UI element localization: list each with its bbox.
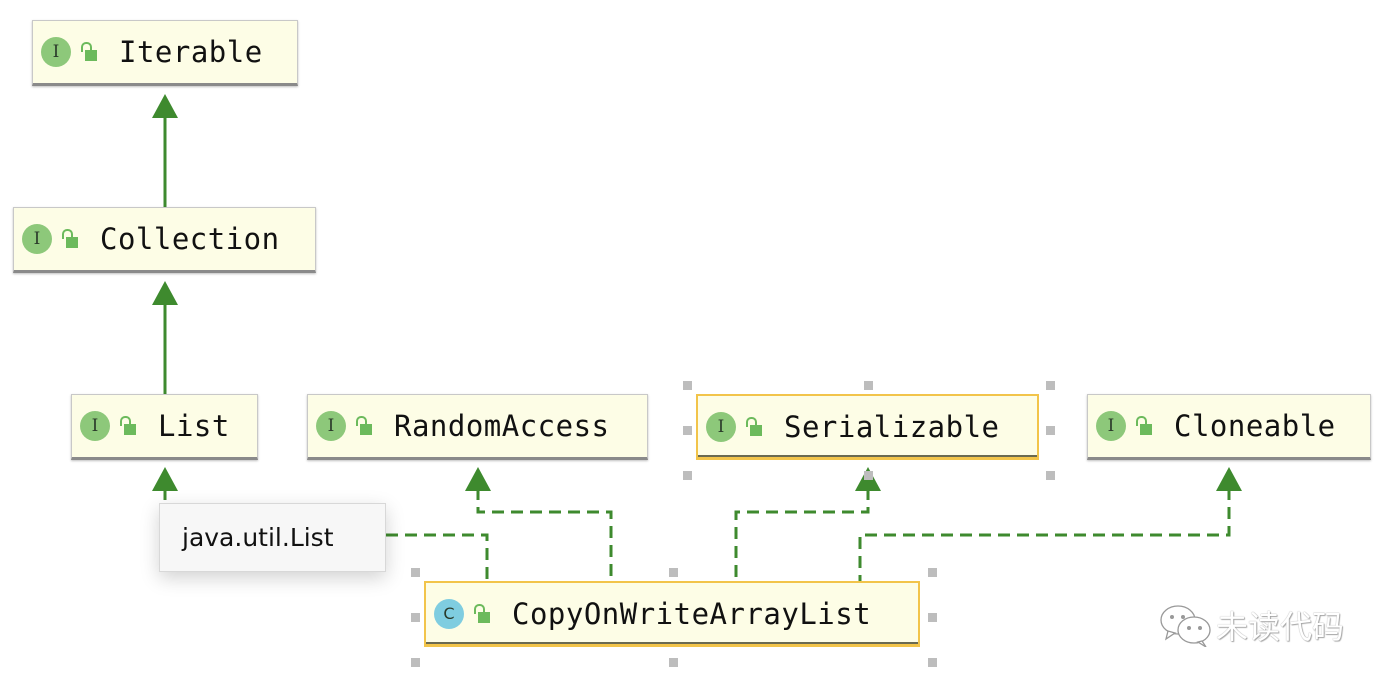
- public-lock-icon: [744, 416, 766, 438]
- node-serializable[interactable]: I Serializable: [696, 394, 1039, 460]
- selection-handle[interactable]: [683, 426, 692, 435]
- node-label: List: [158, 409, 230, 443]
- interface-icon: I: [80, 411, 110, 441]
- edge-cowal-cloneable: [858, 488, 1231, 581]
- arrow-head: [1216, 467, 1242, 491]
- arrow-head: [152, 94, 178, 118]
- arrow-head: [152, 281, 178, 305]
- public-lock-icon: [472, 603, 494, 625]
- selection-handle[interactable]: [928, 613, 937, 622]
- wechat-icon: [1160, 605, 1211, 647]
- selection-handle[interactable]: [1046, 381, 1055, 390]
- edge-cowal-randomaccess: [476, 488, 613, 581]
- node-list[interactable]: I List: [71, 394, 258, 460]
- public-lock-icon: [79, 41, 101, 63]
- node-copyonwritearraylist[interactable]: C CopyOnWriteArrayList: [424, 581, 920, 647]
- node-cloneable[interactable]: I Cloneable: [1087, 394, 1371, 460]
- public-lock-icon: [118, 415, 140, 437]
- selection-handle[interactable]: [864, 381, 873, 390]
- tooltip: java.util.List: [159, 503, 386, 572]
- class-icon: C: [434, 598, 464, 629]
- selection-handle[interactable]: [411, 568, 420, 577]
- selection-handle[interactable]: [669, 658, 678, 667]
- tooltip-text: java.util.List: [182, 523, 334, 552]
- arrow-head: [465, 467, 491, 491]
- node-label: RandomAccess: [394, 409, 610, 443]
- selection-handle[interactable]: [683, 471, 692, 480]
- selection-handle[interactable]: [1046, 426, 1055, 435]
- node-label: Collection: [100, 222, 280, 256]
- node-iterable[interactable]: I Iterable: [32, 20, 298, 86]
- selection-handle[interactable]: [928, 568, 937, 577]
- edge-cowal-serializable: [734, 488, 870, 581]
- node-label: Iterable: [119, 35, 263, 69]
- selection-handle[interactable]: [683, 381, 692, 390]
- arrow-head: [152, 467, 178, 491]
- interface-icon: I: [41, 37, 71, 67]
- node-label: Serializable: [784, 409, 1000, 444]
- selection-handle[interactable]: [669, 568, 678, 577]
- interface-icon: I: [22, 224, 52, 254]
- interface-icon: I: [1096, 411, 1126, 441]
- public-lock-icon: [60, 228, 82, 250]
- selection-handle[interactable]: [411, 658, 420, 667]
- public-lock-icon: [1134, 415, 1156, 437]
- interface-icon: I: [316, 411, 346, 441]
- selection-handle[interactable]: [864, 471, 873, 480]
- node-randomaccess[interactable]: I RandomAccess: [307, 394, 648, 460]
- public-lock-icon: [354, 415, 376, 437]
- node-label: CopyOnWriteArrayList: [512, 596, 872, 631]
- interface-icon: I: [706, 411, 736, 442]
- watermark-text: 未读代码: [1216, 608, 1345, 646]
- selection-handle[interactable]: [928, 658, 937, 667]
- watermark: 未读代码: [1158, 602, 1344, 648]
- node-collection[interactable]: I Collection: [13, 207, 316, 273]
- selection-handle[interactable]: [411, 613, 420, 622]
- selection-handle[interactable]: [1046, 471, 1055, 480]
- node-label: Cloneable: [1174, 409, 1336, 443]
